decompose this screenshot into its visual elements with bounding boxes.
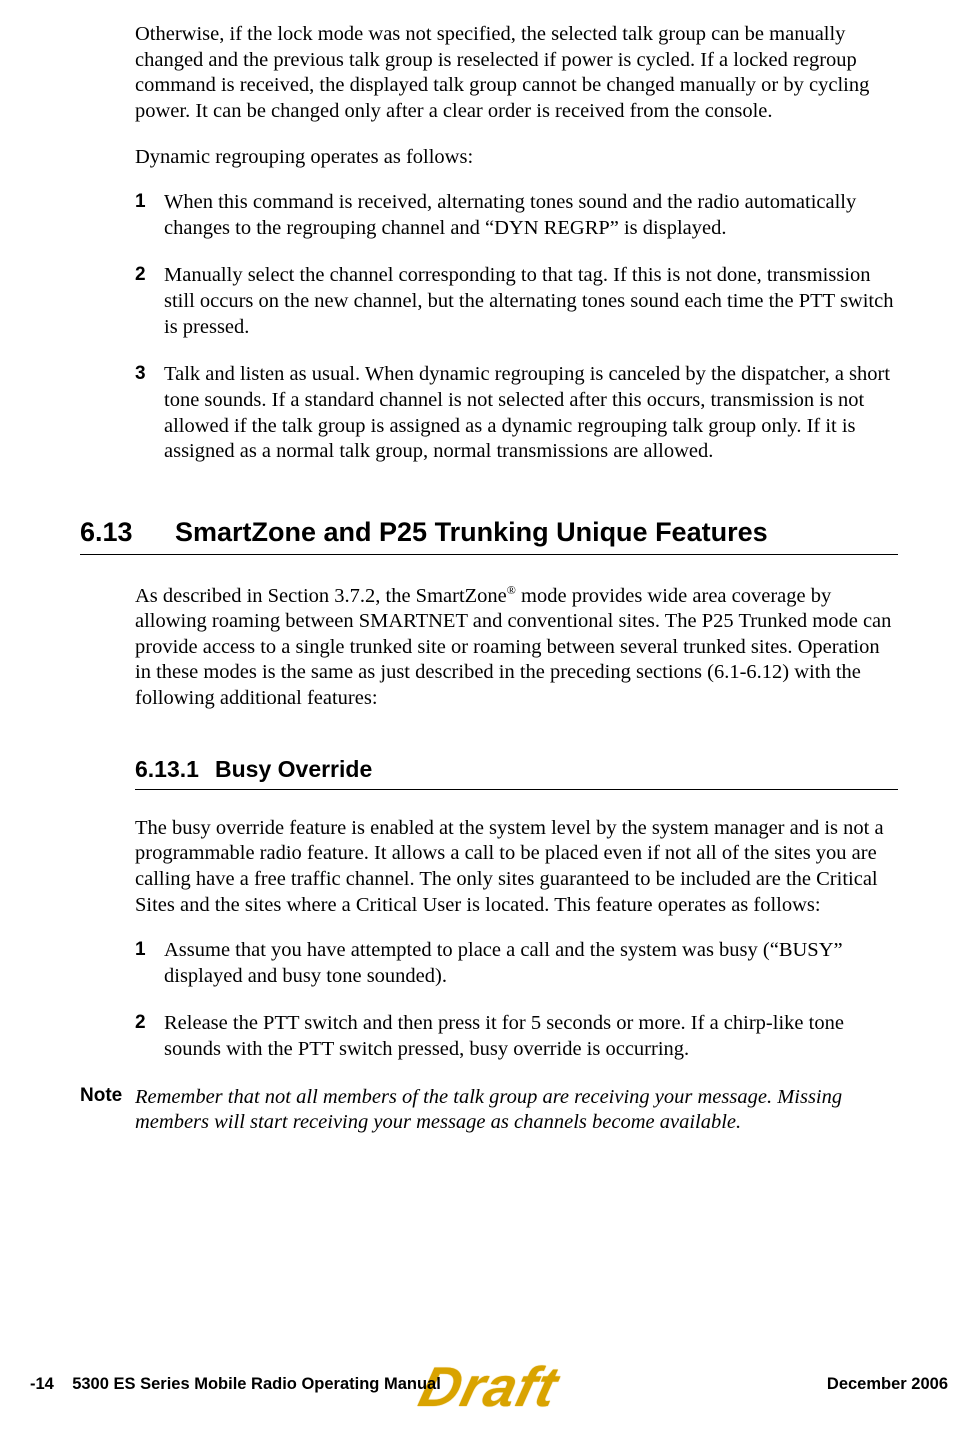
step-number: 1 [135, 190, 146, 214]
section-6-13-1-para: The busy override feature is enabled at … [135, 816, 898, 919]
registered-mark: ® [507, 583, 516, 597]
page: Otherwise, if the lock mode was not spec… [0, 0, 978, 1431]
intro-para-2: Dynamic regrouping operates as follows: [135, 145, 898, 171]
note-label: Note [80, 1085, 135, 1136]
h1-rule [80, 554, 898, 555]
list-item: 3 Talk and listen as usual. When dynamic… [135, 362, 898, 465]
footer-manual-title: 5300 ES Series Mobile Radio Operating Ma… [72, 1375, 441, 1393]
intro-para-1: Otherwise, if the lock mode was not spec… [135, 22, 898, 125]
section-heading-6-13-1: 6.13.1Busy Override [135, 756, 898, 783]
section-title: Busy Override [215, 756, 372, 782]
regrouping-steps: 1 When this command is received, alterna… [135, 190, 898, 465]
h2-rule [135, 789, 898, 790]
footer-page-number: -14 [30, 1375, 54, 1393]
step-number: 1 [135, 938, 146, 962]
content-area: Otherwise, if the lock mode was not spec… [80, 22, 898, 1136]
step-text: Release the PTT switch and then press it… [164, 1012, 844, 1060]
intro-pre: As described in Section 3.7.2, the Smart… [135, 585, 507, 607]
section-6-13-intro: As described in Section 3.7.2, the Smart… [135, 583, 898, 712]
busy-override-steps: 1 Assume that you have attempted to plac… [135, 938, 898, 1063]
section-title: SmartZone and P25 Trunking Unique Featur… [175, 517, 768, 547]
section-number: 6.13 [80, 517, 175, 548]
section-6-13-body: As described in Section 3.7.2, the Smart… [135, 583, 898, 1063]
page-footer: -14 5300 ES Series Mobile Radio Operatin… [0, 1375, 978, 1401]
section-heading-6-13: 6.13SmartZone and P25 Trunking Unique Fe… [135, 517, 898, 548]
step-text: Manually select the channel correspondin… [164, 264, 893, 337]
footer-right: December 2006 [827, 1375, 948, 1394]
list-item: 2 Release the PTT switch and then press … [135, 1011, 898, 1062]
footer-left: -14 5300 ES Series Mobile Radio Operatin… [30, 1375, 441, 1394]
section-6-13: 6.13SmartZone and P25 Trunking Unique Fe… [135, 517, 898, 548]
list-item: 2 Manually select the channel correspond… [135, 263, 898, 340]
step-number: 3 [135, 362, 146, 386]
note-text: Remember that not all members of the tal… [135, 1085, 898, 1136]
step-text: When this command is received, alternati… [164, 191, 856, 239]
step-text: Talk and listen as usual. When dynamic r… [164, 363, 890, 462]
step-text: Assume that you have attempted to place … [164, 939, 843, 987]
note-block: Note Remember that not all members of th… [80, 1085, 898, 1136]
intro-block: Otherwise, if the lock mode was not spec… [135, 22, 898, 465]
list-item: 1 When this command is received, alterna… [135, 190, 898, 241]
step-number: 2 [135, 263, 146, 287]
step-number: 2 [135, 1011, 146, 1035]
section-number: 6.13.1 [135, 756, 215, 783]
list-item: 1 Assume that you have attempted to plac… [135, 938, 898, 989]
